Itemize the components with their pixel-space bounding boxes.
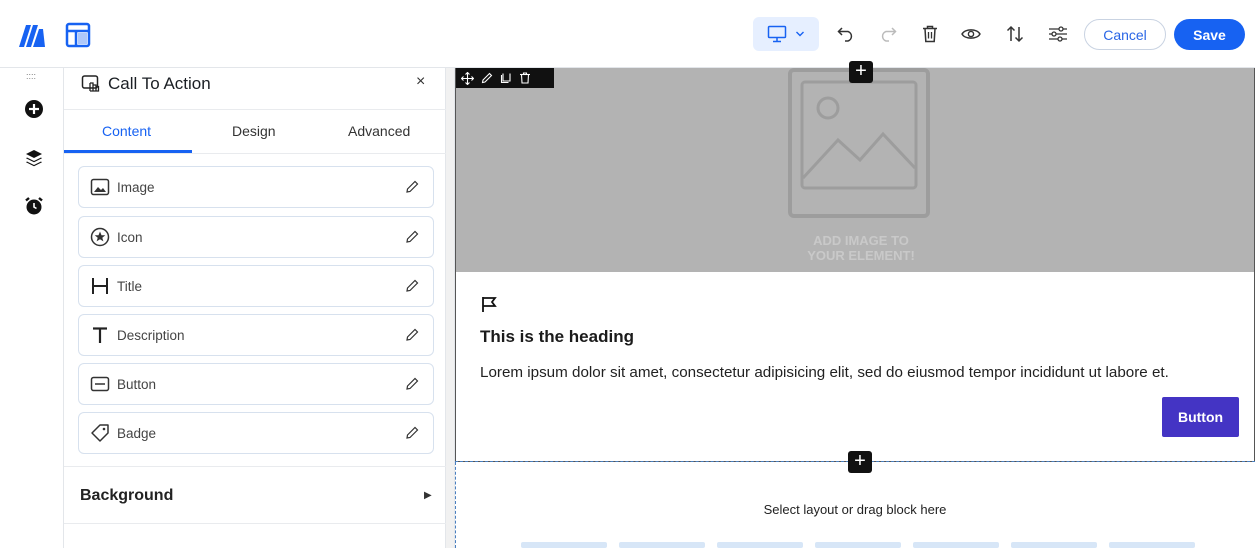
alarm-clock-icon[interactable] — [24, 196, 44, 216]
save-button[interactable]: Save — [1174, 19, 1245, 50]
device-switcher[interactable] — [753, 17, 819, 51]
list-item-image[interactable]: Image — [78, 166, 434, 208]
block-toolbar — [456, 68, 554, 88]
cta-description[interactable]: Lorem ipsum dolor sit amet, consectetur … — [480, 364, 1169, 381]
brand-logo-icon[interactable] — [18, 22, 46, 48]
flag-icon — [482, 297, 497, 312]
list-item-title[interactable]: Title — [78, 265, 434, 307]
item-label: Description — [117, 328, 185, 343]
trash-icon[interactable] — [918, 22, 942, 46]
cta-icon — [81, 75, 100, 92]
cta-heading[interactable]: This is the heading — [480, 327, 634, 347]
image-placeholder-icon — [788, 68, 930, 218]
pencil-icon[interactable] — [405, 328, 419, 342]
panel-tabs: Content Design Advanced — [64, 110, 446, 154]
item-label: Title — [117, 279, 143, 294]
divider — [64, 523, 446, 524]
active-tab-indicator — [64, 150, 192, 153]
list-item-badge[interactable]: Badge — [78, 412, 434, 454]
editor-canvas[interactable]: ADD IMAGE TO YOUR ELEMENT! + This is the… — [455, 61, 1255, 548]
redo-icon[interactable] — [876, 22, 900, 46]
settings-panel: Call To Action × Content Design Advanced… — [64, 68, 446, 548]
delete-icon[interactable] — [519, 72, 531, 84]
layout-icon[interactable] — [65, 22, 91, 48]
list-item-description[interactable]: Description — [78, 314, 434, 356]
move-icon[interactable] — [461, 71, 474, 85]
top-toolbar: Cancel Save — [0, 0, 1255, 68]
cta-button[interactable]: Button — [1162, 397, 1239, 437]
item-label: Icon — [117, 230, 143, 245]
cancel-button[interactable]: Cancel — [1084, 19, 1166, 50]
layers-icon[interactable] — [24, 148, 44, 168]
pencil-icon[interactable] — [405, 377, 419, 391]
edit-icon[interactable] — [481, 72, 493, 84]
pencil-icon[interactable] — [405, 180, 419, 194]
desktop-icon — [767, 25, 787, 43]
button-icon — [90, 376, 110, 392]
chevron-down-icon — [796, 31, 804, 37]
tab-design[interactable]: Design — [232, 123, 276, 139]
item-label: Button — [117, 377, 157, 392]
item-label: Image — [117, 180, 155, 195]
item-label: Badge — [117, 426, 157, 441]
dropzone-text: Select layout or drag block here — [763, 502, 947, 517]
heading-h-icon — [92, 278, 108, 294]
layout-option[interactable] — [913, 542, 999, 548]
list-item-button[interactable]: Button — [78, 363, 434, 405]
tag-icon — [91, 424, 109, 442]
layout-option[interactable] — [521, 542, 607, 548]
layout-option[interactable] — [1011, 542, 1097, 548]
eye-icon[interactable] — [959, 22, 983, 46]
pencil-icon[interactable] — [405, 230, 419, 244]
close-icon[interactable]: × — [416, 73, 425, 91]
layout-option[interactable] — [619, 542, 705, 548]
panel-header: Call To Action × — [64, 68, 446, 110]
add-block-below-button[interactable]: + — [848, 451, 872, 473]
cta-block[interactable]: ADD IMAGE TO YOUR ELEMENT! + This is the… — [455, 61, 1255, 462]
duplicate-icon[interactable] — [500, 72, 512, 84]
add-block-above-button[interactable]: + — [849, 61, 873, 83]
add-circle-icon[interactable] — [24, 99, 44, 119]
image-placeholder-area[interactable]: ADD IMAGE TO YOUR ELEMENT! — [456, 68, 1254, 272]
layout-option[interactable] — [1109, 542, 1195, 548]
star-circle-icon — [90, 227, 110, 247]
tab-content[interactable]: Content — [102, 123, 151, 139]
sliders-icon[interactable] — [1046, 22, 1070, 46]
left-rail: :::: — [0, 68, 64, 548]
pencil-icon[interactable] — [405, 279, 419, 293]
text-t-icon — [93, 327, 107, 343]
layout-option[interactable] — [717, 542, 803, 548]
pencil-icon[interactable] — [405, 426, 419, 440]
layout-option[interactable] — [815, 542, 901, 548]
panel-scrollbar[interactable] — [446, 68, 455, 548]
image-icon — [90, 178, 110, 196]
drag-grip-icon[interactable]: :::: — [26, 71, 36, 81]
chevron-right-icon[interactable]: ▶ — [424, 490, 432, 501]
image-placeholder-text: ADD IMAGE TO YOUR ELEMENT! — [807, 233, 915, 263]
background-section-toggle[interactable]: Background — [80, 487, 173, 505]
divider — [64, 466, 446, 467]
panel-title: Call To Action — [108, 74, 211, 93]
undo-icon[interactable] — [834, 22, 858, 46]
sort-arrows-icon[interactable] — [1003, 22, 1027, 46]
tab-advanced[interactable]: Advanced — [348, 123, 410, 139]
list-item-icon[interactable]: Icon — [78, 216, 434, 258]
